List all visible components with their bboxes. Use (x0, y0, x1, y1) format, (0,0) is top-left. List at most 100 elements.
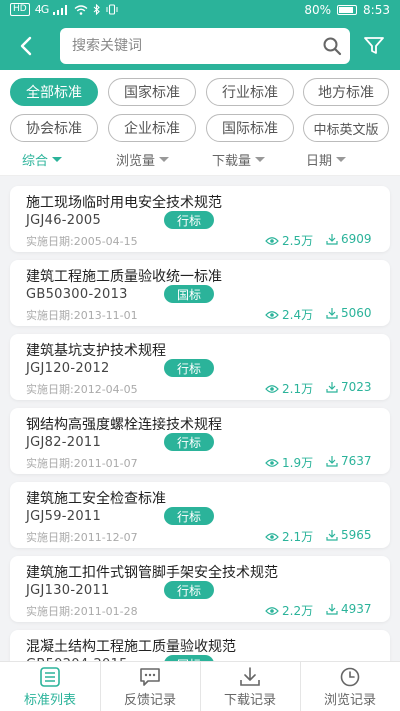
download-count: 7637 (326, 454, 372, 468)
chevron-left-icon (20, 36, 32, 56)
standard-type-badge: 行标 (164, 359, 214, 377)
standard-card[interactable]: 钢结构高强度螺栓连接技术规程 JGJ82-2011 行标 实施日期:2011-01-0… (10, 408, 390, 474)
back-button[interactable] (10, 30, 42, 62)
caret-down-icon (159, 157, 170, 162)
category-filter-bar: 全部标准 国家标准 行业标准 地方标准 协会标准 企业标准 国际标准 中标英文版 (0, 70, 400, 150)
eye-icon (265, 532, 279, 541)
filter-button[interactable] (360, 32, 388, 60)
standard-card[interactable]: 建筑施工扣件式钢管脚手架安全技术规范 JGJ130-2011 行标 实施日期:2011… (10, 556, 390, 622)
bluetooth-icon (93, 4, 101, 15)
tab-label: 下载记录 (223, 692, 276, 708)
effective-date: 实施日期:2011-01-07 (26, 457, 138, 470)
tab-browse-records[interactable]: 浏览记录 (300, 662, 400, 711)
standard-card[interactable]: 施工现场临时用电安全技术规范 JGJ46-2005 行标 实施日期:2005-04-1… (10, 186, 390, 252)
standard-code: JGJ82-2011 (26, 435, 102, 450)
download-count: 5965 (326, 528, 372, 542)
download-count: 5060 (326, 306, 372, 320)
caret-down-icon (336, 157, 347, 162)
download-icon (326, 456, 338, 467)
battery-percent: 80% (304, 3, 332, 17)
effective-date: 实施日期:2013-11-01 (26, 309, 138, 322)
download-count-value: 4937 (341, 602, 372, 616)
download-icon (326, 382, 338, 393)
sort-date[interactable]: 日期 (306, 150, 347, 169)
standard-type-badge: 行标 (164, 507, 214, 525)
chip-all-standards[interactable]: 全部标准 (10, 78, 98, 106)
download-count-value: 6909 (341, 232, 372, 246)
tab-label: 反馈记录 (123, 692, 176, 708)
standard-type-badge: 国标 (164, 285, 214, 303)
standard-code: GB50300-2013 (26, 287, 128, 302)
view-count: 2.2万 (265, 602, 313, 619)
standard-card[interactable]: 建筑工程施工质量验收统一标准 GB50300-2013 国标 实施日期:2013-11… (10, 260, 390, 326)
standard-code: JGJ130-2011 (26, 583, 110, 598)
chip-international-standards[interactable]: 国际标准 (206, 114, 294, 142)
chip-enterprise-standards[interactable]: 企业标准 (108, 114, 196, 142)
sort-comprehensive[interactable]: 综合 (22, 150, 63, 169)
download-icon (326, 234, 338, 245)
tab-feedback-records[interactable]: 反馈记录 (100, 662, 200, 711)
download-count: 4937 (326, 602, 372, 616)
download-icon (326, 530, 338, 541)
standards-list: 施工现场临时用电安全技术规范 JGJ46-2005 行标 实施日期:2005-04-1… (0, 176, 400, 661)
bottom-tab-bar: 标准列表 反馈记录 下载记录 浏览记录 (0, 661, 400, 711)
view-count: 2.1万 (265, 528, 313, 545)
standard-card[interactable]: 建筑基坑支护技术规程 JGJ120-2012 行标 实施日期:2012-04-05 2.… (10, 334, 390, 400)
eye-icon (265, 310, 279, 319)
tab-standard-list[interactable]: 标准列表 (0, 662, 100, 711)
standard-code: JGJ46-2005 (26, 213, 102, 228)
search-box[interactable] (60, 28, 350, 64)
effective-date: 实施日期:2005-04-15 (26, 235, 138, 248)
clock-time: 8:53 (363, 3, 390, 17)
standard-title: 建筑施工扣件式钢管脚手架安全技术规范 (26, 565, 278, 581)
caret-down-icon (255, 157, 266, 162)
signal-icon (53, 4, 68, 15)
standard-title: 混凝土结构工程施工质量验收规范 (26, 639, 236, 655)
download-count: 6909 (326, 232, 372, 246)
standard-code: JGJ120-2012 (26, 361, 110, 376)
chip-national-standards[interactable]: 国家标准 (108, 78, 196, 106)
eye-icon (265, 384, 279, 393)
effective-date: 实施日期:2011-01-28 (26, 605, 138, 618)
eye-icon (265, 236, 279, 245)
chip-industry-standards[interactable]: 行业标准 (206, 78, 294, 106)
download-count-value: 7023 (341, 380, 372, 394)
download-count-value: 7637 (341, 454, 372, 468)
vibrate-icon (106, 4, 118, 15)
signal-label: 4G (34, 3, 49, 16)
download-icon (326, 604, 338, 615)
status-bar: HD 4G 80% 8:53 (0, 0, 400, 22)
download-icon (240, 666, 260, 686)
app-header: HD 4G 80% 8:53 (0, 0, 400, 70)
download-count-value: 5060 (341, 306, 372, 320)
view-count: 2.5万 (265, 232, 313, 249)
standard-card[interactable]: 建筑施工安全检查标准 JGJ59-2011 行标 实施日期:2011-12-07 2.1… (10, 482, 390, 548)
list-icon (40, 666, 60, 687)
tab-label: 标准列表 (23, 692, 76, 708)
search-icon[interactable] (322, 36, 342, 56)
funnel-icon (364, 37, 384, 54)
view-count-value: 2.5万 (282, 234, 314, 248)
standard-card[interactable]: 混凝土结构工程施工质量验收规范GB50204-2015国标 (10, 630, 390, 661)
chip-association-standards[interactable]: 协会标准 (10, 114, 98, 142)
standard-title: 钢结构高强度螺栓连接技术规程 (26, 417, 222, 433)
sort-downloads[interactable]: 下载量 (212, 150, 266, 169)
view-count: 2.4万 (265, 306, 313, 323)
view-count-value: 2.1万 (282, 530, 314, 544)
effective-date: 实施日期:2011-12-07 (26, 531, 138, 544)
clock-icon (340, 667, 360, 686)
tab-download-records[interactable]: 下载记录 (200, 662, 300, 711)
feedback-icon (140, 667, 160, 686)
chip-local-standards[interactable]: 地方标准 (303, 78, 389, 106)
hd-indicator: HD (10, 3, 30, 16)
search-input[interactable] (72, 28, 312, 64)
sort-views[interactable]: 浏览量 (116, 150, 170, 169)
effective-date: 实施日期:2012-04-05 (26, 383, 138, 396)
standard-title: 建筑施工安全检查标准 (26, 491, 166, 507)
download-count-value: 5965 (341, 528, 372, 542)
standard-title: 建筑基坑支护技术规程 (26, 343, 166, 359)
download-icon (326, 308, 338, 319)
chip-english-edition[interactable]: 中标英文版 (303, 114, 389, 142)
battery-icon (337, 5, 358, 15)
eye-icon (265, 458, 279, 467)
